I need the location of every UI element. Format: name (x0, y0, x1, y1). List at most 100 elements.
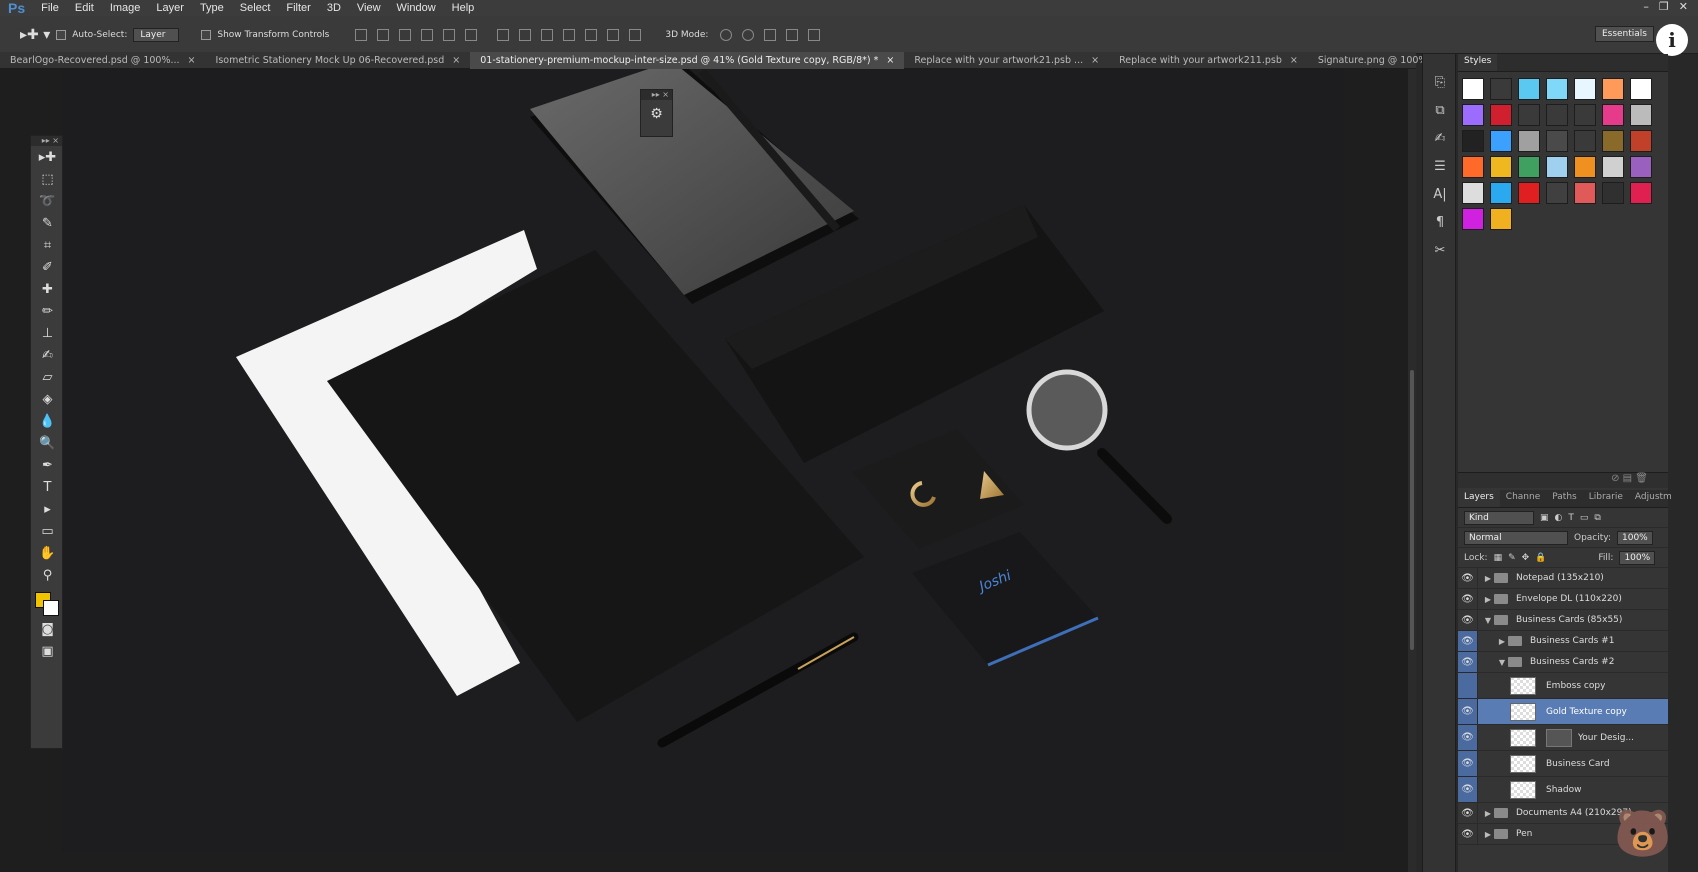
filter-pixel-icon[interactable]: ▣ (1540, 513, 1549, 523)
tab-paths[interactable]: Paths (1546, 490, 1582, 507)
adjust-panel-icon[interactable]: ☰ (1423, 152, 1457, 180)
workspace-switcher[interactable]: Essentials (1594, 26, 1654, 42)
history-panel-icon[interactable]: ⎘ (1423, 68, 1457, 96)
chevron-right-icon[interactable]: ▶ (1482, 809, 1494, 818)
filter-adjust-icon[interactable]: ◐ (1555, 513, 1563, 523)
history-brush-icon[interactable]: ✍ (31, 344, 64, 366)
lock-all-icon[interactable]: 🔒 (1535, 553, 1546, 563)
doc-tab-active[interactable]: 01-stationery-premium-mockup-inter-size.… (470, 51, 905, 69)
properties-icon[interactable]: ⚙ (641, 106, 672, 122)
distribute-hcenter-icon[interactable] (585, 28, 598, 41)
lasso-icon[interactable]: ➰ (31, 190, 64, 212)
style-swatch[interactable] (1574, 78, 1596, 100)
style-swatch[interactable] (1518, 182, 1540, 204)
scrollbar-thumb[interactable] (1410, 370, 1414, 650)
chevron-right-icon[interactable]: ▶ (1496, 637, 1508, 646)
move-tool-preset-icon[interactable]: ▸✚ ▾ (20, 27, 50, 43)
style-swatch[interactable] (1490, 130, 1512, 152)
layer-row[interactable]: 👁 ▼ Business Cards (85x55) (1458, 610, 1668, 631)
close-tab-icon[interactable]: × (1290, 55, 1298, 66)
show-transform-checkbox[interactable] (201, 29, 212, 40)
menu-image[interactable]: Image (102, 2, 149, 14)
menu-filter[interactable]: Filter (278, 2, 318, 14)
path-select-icon[interactable]: ▸ (31, 498, 64, 520)
quick-select-icon[interactable]: ✎ (31, 212, 64, 234)
menu-3d[interactable]: 3D (319, 2, 349, 14)
visibility-eye-icon[interactable]: 👁 (1458, 631, 1478, 651)
menu-layer[interactable]: Layer (148, 2, 192, 14)
close-icon[interactable]: ✕ (1679, 0, 1688, 13)
menu-view[interactable]: View (349, 2, 389, 14)
close-tab-icon[interactable]: × (188, 55, 196, 66)
menu-window[interactable]: Window (389, 2, 444, 14)
menu-edit[interactable]: Edit (67, 2, 102, 14)
style-swatch[interactable] (1462, 208, 1484, 230)
move-icon[interactable]: ▸✚ (31, 146, 64, 168)
layer-row[interactable]: 👁 Your Desig... (1458, 725, 1668, 751)
blend-mode-dropdown[interactable]: Normal (1464, 530, 1568, 545)
lock-position-icon[interactable]: ✥ (1522, 553, 1530, 563)
layer-row[interactable]: 👁 ▶ Business Cards #1 (1458, 631, 1668, 652)
style-swatch[interactable] (1602, 130, 1624, 152)
character-panel-icon[interactable]: A| (1423, 180, 1457, 208)
style-swatch[interactable] (1462, 78, 1484, 100)
layer-row[interactable]: Emboss copy (1458, 673, 1668, 699)
chevron-down-icon[interactable]: ▼ (1482, 616, 1494, 625)
marquee-icon[interactable]: ⬚ (31, 168, 64, 190)
style-swatch[interactable] (1574, 156, 1596, 178)
screen-mode-icon[interactable]: ▣ (31, 640, 64, 662)
menu-help[interactable]: Help (444, 2, 483, 14)
delete-style-icon[interactable]: ⊘ ▤ 🗑 (1611, 473, 1648, 484)
stamp-icon[interactable]: ⊥ (31, 322, 64, 344)
layer-row[interactable]: 👁 ▶ Notepad (135x210) (1458, 568, 1668, 589)
style-swatch[interactable] (1546, 104, 1568, 126)
menu-type[interactable]: Type (192, 2, 232, 14)
style-swatch[interactable] (1630, 78, 1652, 100)
doc-tab-4[interactable]: Replace with your artwork21.psb ... × (904, 52, 1109, 69)
menu-file[interactable]: File (33, 2, 67, 14)
quick-mask-icon[interactable]: ◙ (31, 618, 64, 640)
layer-mask-thumbnail[interactable] (1546, 728, 1572, 747)
layer-kind-filter[interactable]: Kind (1464, 510, 1534, 525)
3d-scale-icon[interactable] (808, 28, 821, 41)
auto-select-checkbox[interactable] (56, 29, 67, 40)
3d-drag-icon[interactable] (764, 28, 777, 41)
style-swatch[interactable] (1518, 104, 1540, 126)
style-swatch[interactable] (1602, 156, 1624, 178)
doc-tab-2[interactable]: Isometric Stationery Mock Up 06-Recovere… (206, 52, 471, 69)
style-swatch[interactable] (1490, 78, 1512, 100)
style-swatch[interactable] (1518, 130, 1540, 152)
align-vcenter-icon[interactable] (377, 28, 390, 41)
lock-transparent-icon[interactable]: ▦ (1494, 553, 1503, 563)
distribute-bottom-icon[interactable] (541, 28, 554, 41)
layer-row[interactable]: 👁 ▶ Envelope DL (110x220) (1458, 589, 1668, 610)
filter-type-icon[interactable]: T (1568, 513, 1574, 523)
paint-bucket-icon[interactable]: ◈ (31, 388, 64, 410)
style-swatch[interactable] (1602, 182, 1624, 204)
canvas-area[interactable]: Joshi ▸▸ × ⚙ (0, 69, 1416, 872)
tab-libraries[interactable]: Librarie (1583, 490, 1629, 507)
style-swatch[interactable] (1462, 156, 1484, 178)
style-swatch[interactable] (1546, 182, 1568, 204)
zoom-icon[interactable]: ⚲ (31, 564, 64, 586)
chevron-down-icon[interactable]: ▼ (1496, 658, 1508, 667)
brush-icon[interactable]: ✏ (31, 300, 64, 322)
visibility-eye-icon[interactable]: 👁 (1458, 610, 1478, 630)
style-swatch[interactable] (1574, 130, 1596, 152)
visibility-eye-icon[interactable]: 👁 (1458, 777, 1478, 802)
info-icon[interactable]: i (1656, 24, 1688, 56)
healing-icon[interactable]: ✚ (31, 278, 64, 300)
visibility-eye-icon[interactable] (1458, 673, 1478, 698)
menu-select[interactable]: Select (232, 2, 279, 14)
close-tab-icon[interactable]: × (1091, 55, 1099, 66)
eyedropper-icon[interactable]: ✐ (31, 256, 64, 278)
style-swatch[interactable] (1546, 78, 1568, 100)
align-left-icon[interactable] (421, 28, 434, 41)
tab-adjustments[interactable]: Adjustm (1629, 490, 1678, 507)
style-swatch[interactable] (1518, 78, 1540, 100)
distribute-left-icon[interactable] (563, 28, 576, 41)
visibility-eye-icon[interactable]: 👁 (1458, 725, 1478, 750)
visibility-eye-icon[interactable]: 👁 (1458, 699, 1478, 724)
close-tab-icon[interactable]: × (452, 55, 460, 66)
tools-panel-header[interactable]: ▸▸ × (31, 136, 62, 146)
